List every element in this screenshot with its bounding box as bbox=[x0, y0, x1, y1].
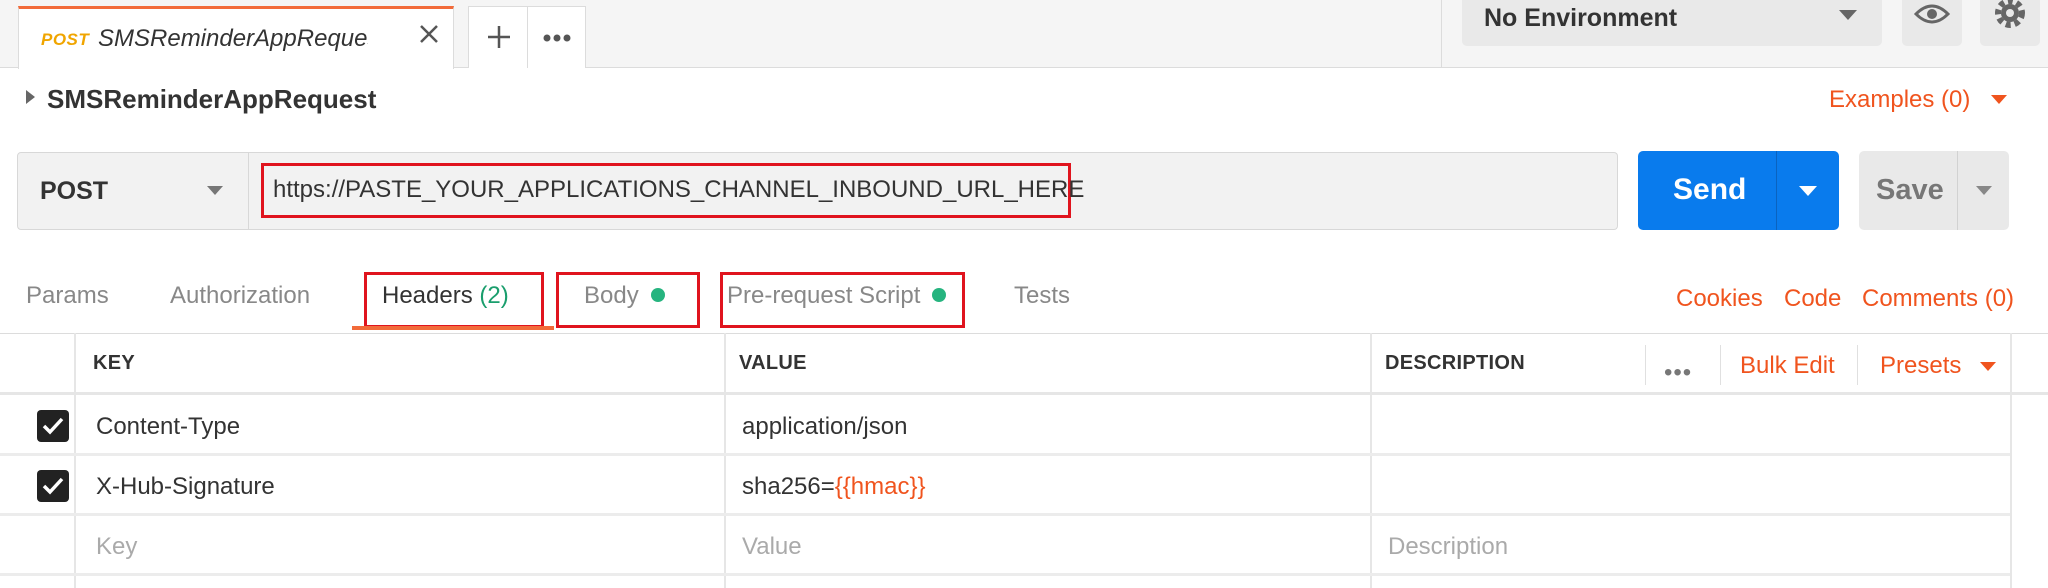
row-enabled-checkbox[interactable] bbox=[37, 470, 69, 502]
cookies-link[interactable]: Cookies bbox=[1676, 285, 1763, 313]
bulk-edit-link[interactable]: Bulk Edit bbox=[1740, 352, 1835, 380]
url-text: https://PASTE_YOUR_APPLICATIONS_CHANNEL_… bbox=[273, 176, 1085, 203]
close-icon[interactable] bbox=[415, 20, 443, 48]
tab-options-button[interactable] bbox=[528, 6, 586, 68]
method-label: POST bbox=[40, 177, 109, 205]
row-divider bbox=[0, 573, 2010, 576]
headers-highlight-annotation bbox=[364, 272, 544, 328]
column-header-value: VALUE bbox=[739, 352, 807, 374]
description-placeholder[interactable]: Description bbox=[1388, 533, 1508, 561]
environment-quick-look-button[interactable] bbox=[1902, 0, 1962, 46]
row-divider bbox=[0, 513, 2010, 516]
header-value-cell[interactable]: application/json bbox=[742, 413, 907, 441]
more-horizontal-icon[interactable]: ••• bbox=[1664, 359, 1692, 387]
chevron-down-icon bbox=[1980, 362, 1996, 371]
examples-dropdown[interactable]: Examples (0) bbox=[1829, 86, 1970, 114]
column-header-key: KEY bbox=[93, 352, 136, 374]
tab-params[interactable]: Params bbox=[26, 282, 109, 310]
value-prefix: sha256= bbox=[742, 473, 835, 500]
caret-right-icon[interactable] bbox=[26, 90, 35, 104]
tab-authorization[interactable]: Authorization bbox=[170, 282, 310, 310]
save-options-chevron-icon[interactable] bbox=[1976, 186, 1992, 195]
column-header-description: DESCRIPTION bbox=[1385, 352, 1525, 374]
presets-dropdown[interactable]: Presets bbox=[1880, 352, 1961, 380]
row-divider bbox=[0, 453, 2010, 456]
header-separator bbox=[1720, 345, 1721, 385]
key-placeholder[interactable]: Key bbox=[96, 533, 137, 561]
send-options-chevron-icon[interactable] bbox=[1799, 186, 1817, 196]
prerequest-highlight-annotation bbox=[720, 272, 965, 328]
request-name[interactable]: SMSReminderAppRequest bbox=[47, 84, 376, 115]
send-divider bbox=[1776, 151, 1777, 230]
chevron-down-icon bbox=[207, 186, 223, 195]
header-value-cell[interactable]: sha256={{hmac}} bbox=[742, 473, 926, 501]
value-placeholder[interactable]: Value bbox=[742, 533, 802, 561]
header-separator bbox=[1857, 345, 1858, 385]
gear-icon bbox=[1995, 0, 2025, 28]
column-divider bbox=[74, 333, 76, 588]
value-variable: {{hmac}} bbox=[834, 473, 926, 500]
environment-label: No Environment bbox=[1484, 4, 1678, 32]
chevron-down-icon bbox=[1991, 95, 2007, 104]
more-horizontal-icon bbox=[543, 34, 571, 42]
header-key-cell[interactable]: X-Hub-Signature bbox=[96, 473, 275, 501]
row-enabled-checkbox[interactable] bbox=[37, 410, 69, 442]
column-divider bbox=[724, 333, 726, 588]
column-divider bbox=[1370, 333, 1372, 588]
plus-icon bbox=[488, 26, 510, 48]
send-label: Send bbox=[1673, 173, 1747, 206]
eye-icon bbox=[1913, 4, 1951, 24]
chevron-down-icon bbox=[1839, 10, 1857, 20]
table-right-border bbox=[2010, 333, 2012, 588]
save-label: Save bbox=[1876, 174, 1944, 206]
comments-link[interactable]: Comments (0) bbox=[1862, 285, 2014, 313]
body-highlight-annotation bbox=[556, 272, 700, 328]
checkmark-icon bbox=[42, 477, 64, 495]
header-key-cell[interactable]: Content-Type bbox=[96, 413, 240, 441]
tab-method-label: POST bbox=[41, 30, 90, 49]
manage-environments-button[interactable] bbox=[1980, 0, 2040, 46]
new-tab-button[interactable] bbox=[468, 6, 528, 68]
tab-tests[interactable]: Tests bbox=[1014, 282, 1070, 310]
header-separator bbox=[1645, 345, 1646, 385]
tab-title: SMSReminderAppRequest bbox=[98, 25, 368, 52]
active-tab-underline bbox=[352, 326, 554, 330]
checkmark-icon bbox=[42, 417, 64, 435]
save-divider bbox=[1957, 151, 1958, 230]
code-link[interactable]: Code bbox=[1784, 285, 1841, 313]
